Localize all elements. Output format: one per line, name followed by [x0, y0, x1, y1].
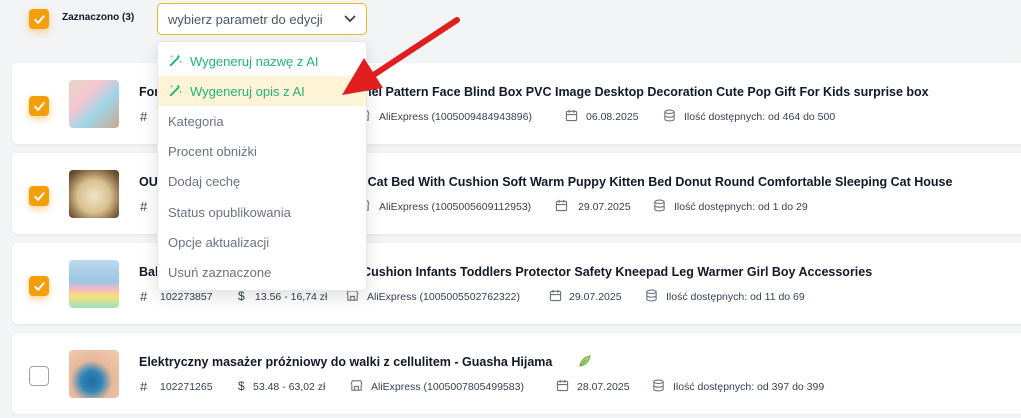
database-icon: [654, 199, 665, 212]
product-row[interactable]: Elektryczny masażer próżniowy do walki z…: [12, 333, 1021, 414]
hash-icon: #: [140, 379, 148, 394]
product-thumbnail: [69, 170, 119, 218]
dollar-icon: $: [238, 379, 245, 393]
row-checkbox[interactable]: [29, 366, 49, 386]
product-title[interactable]: imel Pattern Face Blind Box PVC Image De…: [357, 85, 929, 99]
hash-icon: #: [140, 199, 148, 214]
row-checkbox[interactable]: [29, 276, 49, 296]
product-id: 102271265: [160, 381, 213, 393]
row-checkbox[interactable]: [29, 96, 49, 116]
product-title[interactable]: Elektryczny masażer próżniowy do walki z…: [139, 355, 552, 369]
calendar-icon: [565, 109, 578, 122]
bulk-edit-menu: Wygeneruj nazwę z AI Wygeneruj opis z AI…: [157, 41, 367, 291]
product-source: AliExpress (1005009484943896): [379, 111, 532, 123]
select-all-checkbox[interactable]: [29, 9, 49, 29]
calendar-icon: [555, 199, 568, 212]
bulk-toolbar: Zaznaczono (3) wybierz parametr do edycj…: [0, 0, 1021, 48]
calendar-icon: [556, 379, 569, 392]
product-thumbnail: [69, 80, 119, 128]
product-date: 29.07.2025: [578, 201, 631, 213]
check-icon: [33, 281, 45, 291]
leaf-icon: [579, 355, 591, 367]
magic-wand-icon: [169, 84, 182, 97]
product-title[interactable]: et Cat Bed With Cushion Soft Warm Puppy …: [353, 175, 952, 189]
database-icon: [664, 109, 675, 122]
menu-item-category[interactable]: Kategoria: [158, 106, 366, 136]
check-icon: [33, 101, 45, 111]
product-source: AliExpress (1005007805499583): [371, 381, 524, 393]
bulk-edit-select-value: wybierz parametr do edycji: [168, 12, 323, 27]
product-date: 28.07.2025: [577, 381, 630, 393]
product-date: 06.08.2025: [586, 111, 639, 123]
menu-item-add-feature[interactable]: Dodaj cechę: [158, 166, 366, 196]
menu-item-generate-name[interactable]: Wygeneruj nazwę z AI: [158, 46, 366, 76]
row-checkbox[interactable]: [29, 186, 49, 206]
store-icon: [350, 380, 363, 391]
product-thumbnail: [69, 350, 119, 398]
product-title[interactable]: g Cushion Infants Toddlers Protector Saf…: [351, 265, 872, 279]
check-icon: [33, 14, 45, 24]
product-stock: Ilość dostępnych: od 1 do 29: [674, 201, 808, 213]
product-stock: Ilość dostępnych: od 11 do 69: [666, 291, 805, 303]
product-price: 53.48 - 63,02 zł: [253, 381, 326, 393]
dollar-icon: $: [238, 289, 245, 303]
selected-count-label: Zaznaczono (3): [62, 12, 135, 23]
database-icon: [653, 379, 664, 392]
menu-item-publish-status[interactable]: Status opublikowania: [158, 197, 366, 227]
hash-icon: #: [140, 289, 148, 304]
product-source: AliExpress (1005005502762322): [367, 291, 520, 303]
product-source: AliExpress (1005005609112953): [379, 201, 532, 213]
hash-icon: #: [140, 109, 148, 124]
chevron-down-icon: [344, 15, 356, 23]
product-id: 102273857: [160, 291, 213, 303]
bulk-edit-select[interactable]: wybierz parametr do edycji: [157, 3, 367, 35]
menu-item-generate-description[interactable]: Wygeneruj opis z AI: [158, 76, 366, 106]
product-stock: Ilość dostępnych: od 397 do 399: [673, 381, 825, 393]
menu-item-delete-selected[interactable]: Usuń zaznaczone: [158, 257, 366, 287]
product-stock: Ilość dostępnych: od 464 do 500: [684, 111, 836, 123]
calendar-icon: [549, 289, 562, 302]
product-thumbnail: [69, 260, 119, 308]
menu-item-update-options[interactable]: Opcje aktualizacji: [158, 227, 366, 257]
check-icon: [33, 191, 45, 201]
magic-wand-icon: [169, 54, 182, 67]
menu-item-discount[interactable]: Procent obniżki: [158, 136, 366, 166]
product-price: 13.56 - 16,74 zł: [255, 291, 328, 303]
product-title-prefix[interactable]: OU: [139, 175, 158, 189]
database-icon: [646, 289, 657, 302]
product-date: 29.07.2025: [569, 291, 622, 303]
